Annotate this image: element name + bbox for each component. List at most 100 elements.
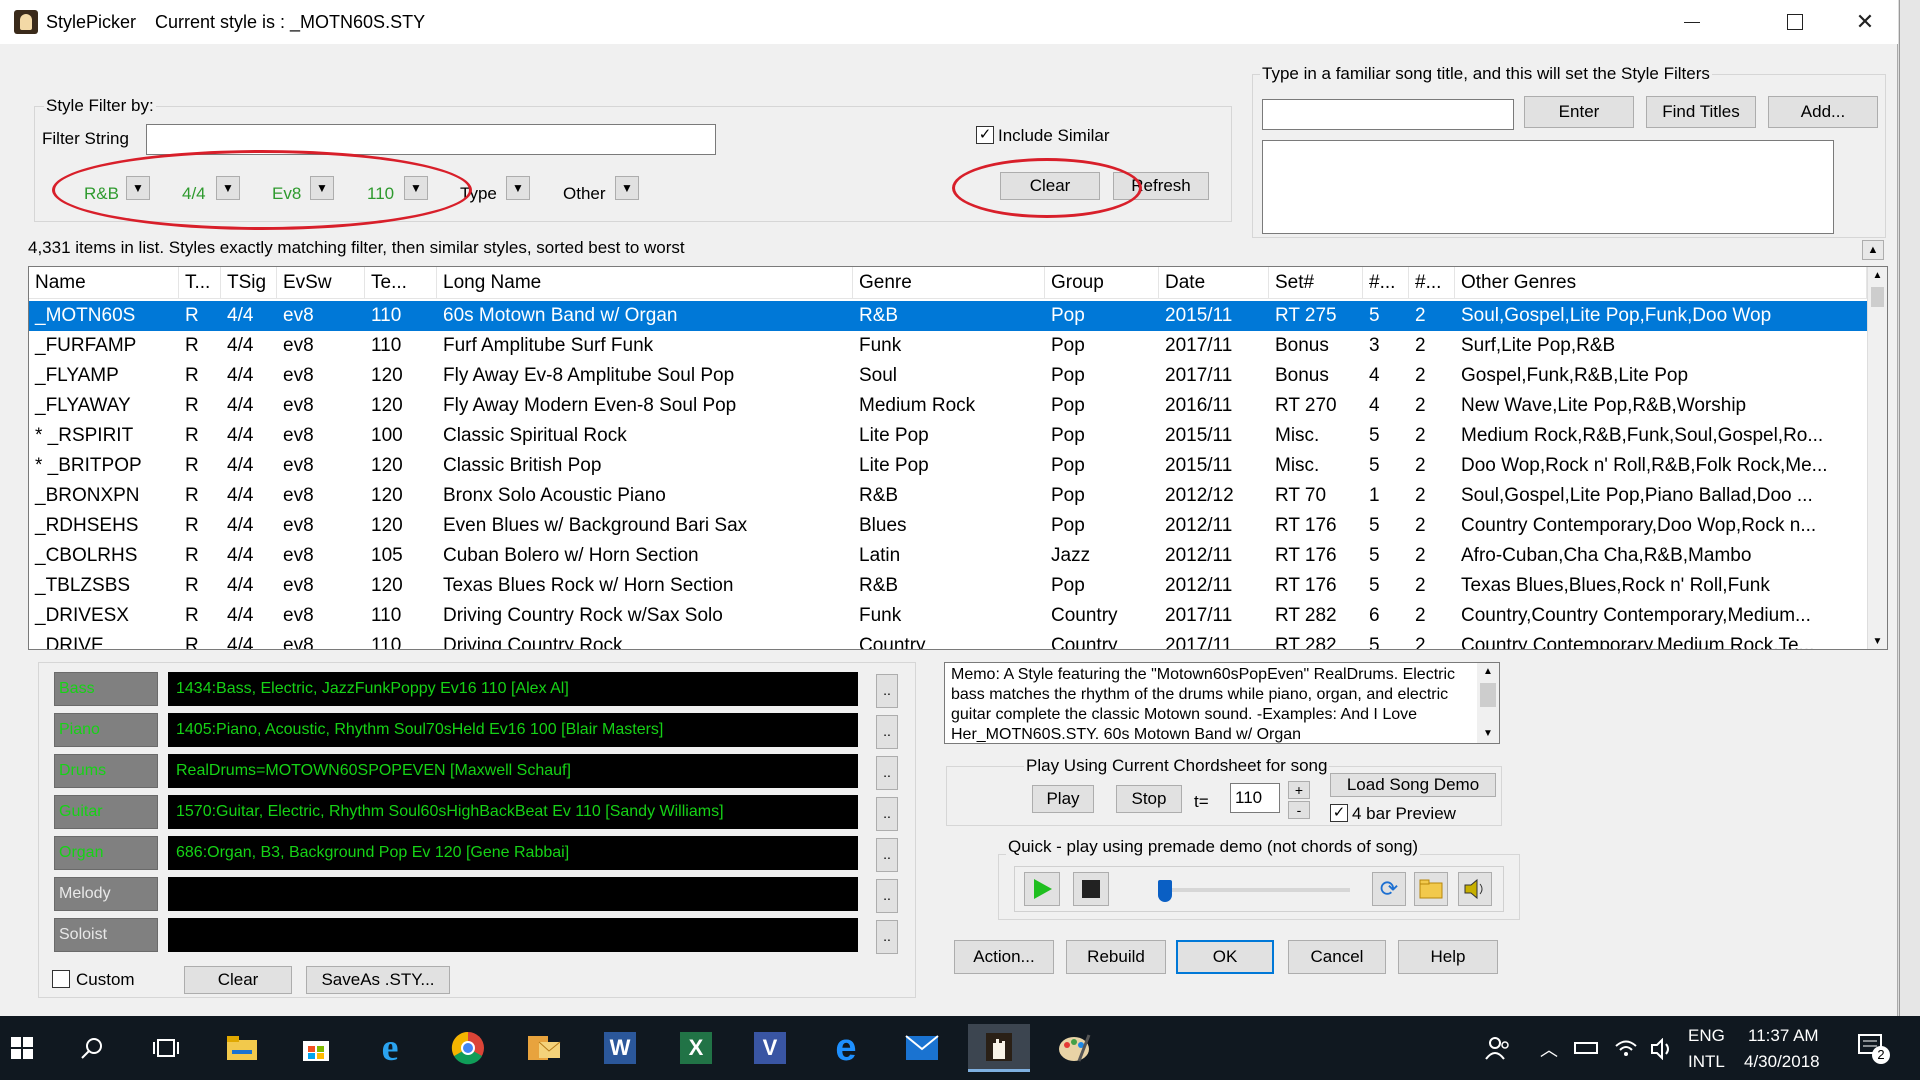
table-row[interactable]: * _RSPIRIT R 4/4 ev8 100 Classic Spiritual Ro… [29, 421, 1869, 451]
paint-app[interactable] [1050, 1024, 1098, 1072]
track-browse-button[interactable]: .. [876, 838, 898, 872]
ok-button[interactable]: OK [1176, 940, 1274, 974]
play-button[interactable]: Play [1032, 785, 1094, 813]
table-row[interactable]: _FLYAMP R 4/4 ev8 120 Fly Away Ev-8 Amplitube… [29, 361, 1869, 391]
column-header[interactable]: Te... [365, 267, 437, 299]
table-scrollbar[interactable]: ▲ ▼ [1867, 267, 1887, 649]
track-instrument-organ[interactable]: 686:Organ, B3, Background Pop Ev 120 [Ge… [168, 836, 858, 870]
four-bar-preview-checkbox[interactable]: ✓ [1330, 804, 1348, 822]
track-instrument-soloist[interactable] [168, 918, 858, 952]
track-browse-button[interactable]: .. [876, 756, 898, 790]
tempo-input[interactable] [1230, 783, 1280, 813]
table-row[interactable]: _BRONXPN R 4/4 ev8 120 Bronx Solo Acoustic Pi… [29, 481, 1869, 511]
track-name-drums[interactable]: Drums [54, 754, 158, 788]
quick-play-slider[interactable] [1158, 880, 1350, 902]
cancel-button[interactable]: Cancel [1288, 940, 1386, 974]
include-similar-checkbox[interactable]: ✓ [976, 126, 994, 144]
track-name-melody[interactable]: Melody [54, 877, 158, 911]
stop-button[interactable]: Stop [1116, 785, 1182, 813]
track-instrument-bass[interactable]: 1434:Bass, Electric, JazzFunkPoppy Ev16 … [168, 672, 858, 706]
scroll-thumb[interactable] [1871, 287, 1884, 307]
store-app[interactable] [292, 1024, 340, 1072]
people-button[interactable] [1474, 1024, 1522, 1072]
track-name-bass[interactable]: Bass [54, 672, 158, 706]
song-results-list[interactable] [1262, 140, 1834, 234]
track-name-piano[interactable]: Piano [54, 713, 158, 747]
track-browse-button[interactable]: .. [876, 879, 898, 913]
start-button[interactable] [0, 1024, 44, 1072]
band-in-a-box-app[interactable] [968, 1024, 1030, 1072]
style-table[interactable]: Name T... TSig EvSw Te... Long Name Genre Group… [28, 266, 1888, 650]
column-header[interactable]: Other Genres [1455, 267, 1867, 299]
saveas-sty-button[interactable]: SaveAs .STY... [306, 966, 450, 994]
track-instrument-guitar[interactable]: 1570:Guitar, Electric, Rhythm Soul60sHig… [168, 795, 858, 829]
action-button[interactable]: Action... [954, 940, 1054, 974]
column-header[interactable]: Long Name [437, 267, 853, 299]
column-header[interactable]: Set# [1269, 267, 1363, 299]
find-titles-button[interactable]: Find Titles [1646, 96, 1756, 128]
tracks-clear-button[interactable]: Clear [184, 966, 292, 994]
internet-explorer-app[interactable]: e [366, 1024, 414, 1072]
track-browse-button[interactable]: .. [876, 797, 898, 831]
column-header[interactable]: Name [29, 267, 179, 299]
volume-icon[interactable] [1650, 1038, 1674, 1060]
track-instrument-piano[interactable]: 1405:Piano, Acoustic, Rhythm Soul70sHeld… [168, 713, 858, 747]
rebuild-button[interactable]: Rebuild [1066, 940, 1166, 974]
track-browse-button[interactable]: .. [876, 715, 898, 749]
track-instrument-melody[interactable] [168, 877, 858, 911]
column-header[interactable]: T... [179, 267, 221, 299]
edge-app[interactable]: e [822, 1024, 870, 1072]
loop-button[interactable]: ⟳ [1372, 872, 1406, 906]
table-row[interactable]: * _BRITPOP R 4/4 ev8 120 Classic British Pop L… [29, 451, 1869, 481]
volume-button[interactable] [1458, 872, 1492, 906]
column-header[interactable]: #... [1363, 267, 1409, 299]
search-button[interactable] [68, 1024, 116, 1072]
table-row[interactable]: _RDHSEHS R 4/4 ev8 120 Even Blues w/ Backgrou… [29, 511, 1869, 541]
column-header[interactable]: Genre [853, 267, 1045, 299]
scroll-up-icon[interactable]: ▲ [1868, 267, 1887, 285]
visio-app[interactable]: V [746, 1024, 794, 1072]
column-header[interactable]: Date [1159, 267, 1269, 299]
type-filter-dropdown[interactable]: ▼ [506, 176, 530, 200]
table-row[interactable]: _FURFAMP R 4/4 ev8 110 Furf Amplitube Surf Fu… [29, 331, 1869, 361]
close-button[interactable]: ✕ [1830, 0, 1900, 44]
table-row[interactable]: _TBLZSBS R 4/4 ev8 120 Texas Blues Rock w/ Ho… [29, 571, 1869, 601]
help-button[interactable]: Help [1398, 940, 1498, 974]
other-filter-dropdown[interactable]: ▼ [615, 176, 639, 200]
quick-play-button[interactable] [1024, 872, 1060, 906]
load-song-demo-button[interactable]: Load Song Demo [1330, 773, 1496, 797]
clock-date[interactable]: 4/30/2018 [1744, 1052, 1820, 1072]
table-row[interactable]: _MOTN60S R 4/4 ev8 110 60s Motown Band w/ Org… [29, 301, 1869, 331]
open-demo-folder-button[interactable] [1414, 872, 1448, 906]
table-row[interactable]: _DRIVESX R 4/4 ev8 110 Driving Country Rock w… [29, 601, 1869, 631]
memo-box[interactable]: Memo: A Style featuring the "Motown60sPo… [944, 662, 1500, 744]
song-title-input[interactable] [1262, 99, 1514, 130]
language-bottom[interactable]: INTL [1688, 1052, 1725, 1072]
file-explorer-app[interactable] [218, 1024, 266, 1072]
table-row[interactable]: _DRIVE R 4/4 ev8 110 Driving Country Rock Coun… [29, 631, 1869, 649]
minimize-button[interactable] [1657, 0, 1727, 44]
track-instrument-drums[interactable]: RealDrums=MOTOWN60SPOPEVEN [Maxwell Scha… [168, 754, 858, 788]
enter-button[interactable]: Enter [1524, 96, 1634, 128]
track-name-soloist[interactable]: Soloist [54, 918, 158, 952]
show-hidden-icons-chevron-up-icon[interactable]: ︿ [1540, 1036, 1558, 1062]
track-name-guitar[interactable]: Guitar [54, 795, 158, 829]
clock-time[interactable]: 11:37 AM [1748, 1026, 1819, 1046]
track-browse-button[interactable]: .. [876, 674, 898, 708]
table-row[interactable]: _FLYAWAY R 4/4 ev8 120 Fly Away Modern Even-8… [29, 391, 1869, 421]
add-button[interactable]: Add... [1768, 96, 1878, 128]
word-app[interactable]: W [596, 1024, 644, 1072]
column-header[interactable]: Group [1045, 267, 1159, 299]
battery-icon[interactable] [1574, 1042, 1598, 1054]
scroll-down-icon[interactable]: ▼ [1868, 633, 1887, 649]
tempo-minus-button[interactable]: - [1288, 801, 1310, 819]
slider-thumb[interactable] [1158, 880, 1172, 902]
memo-scrollbar[interactable]: ▲ ▼ [1477, 663, 1499, 743]
language-top[interactable]: ENG [1688, 1026, 1725, 1046]
custom-checkbox[interactable] [52, 970, 70, 988]
quick-stop-button[interactable] [1073, 872, 1109, 906]
maximize-button[interactable] [1760, 0, 1830, 44]
track-name-organ[interactable]: Organ [54, 836, 158, 870]
excel-app[interactable]: X [672, 1024, 720, 1072]
wifi-icon[interactable] [1614, 1038, 1638, 1058]
